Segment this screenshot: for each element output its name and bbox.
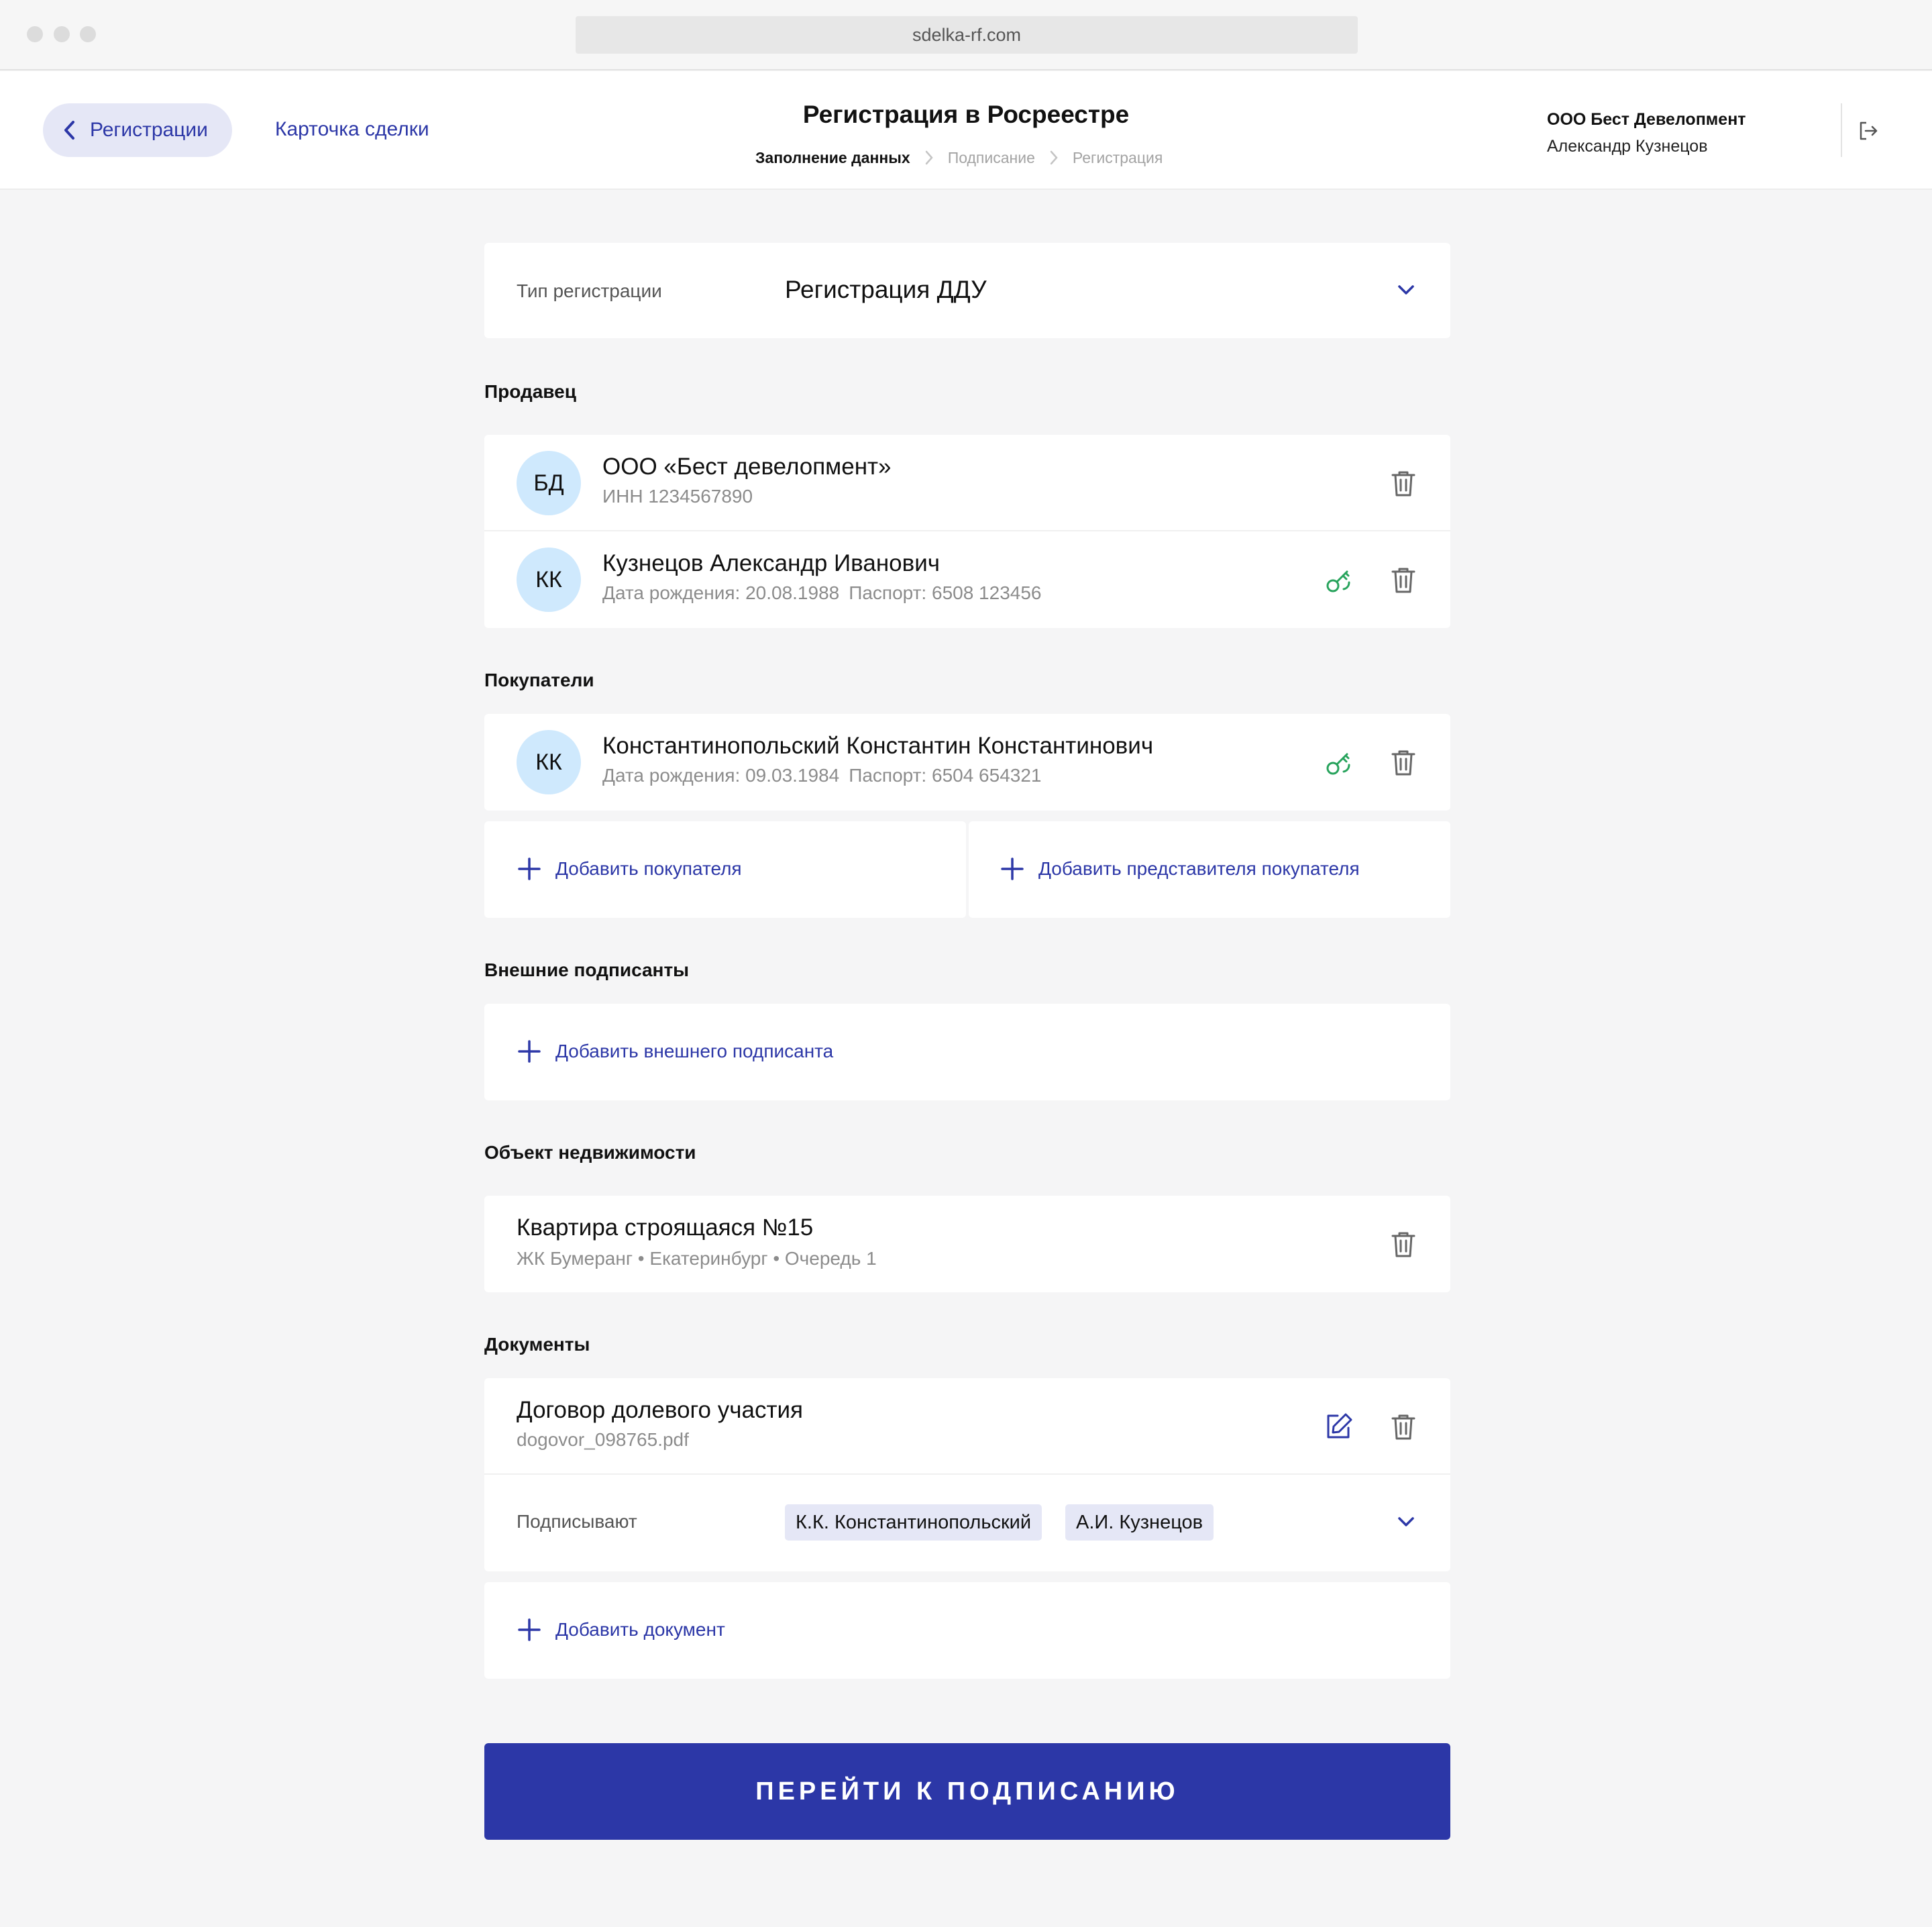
buyers-section-title: Покупатели (484, 670, 594, 690)
add-external-signer-label: Добавить внешнего подписанта (555, 1041, 834, 1061)
passport: Паспорт: 6504 654321 (849, 765, 1042, 786)
row-divider (484, 1473, 1450, 1475)
address-bar[interactable]: sdelka-rf.com (576, 16, 1358, 54)
chevron-right-icon (925, 150, 933, 165)
add-external-signer-button[interactable]: Добавить внешнего подписанта (517, 1039, 833, 1064)
document-card: Договор долевого участия dogovor_098765.… (484, 1378, 1450, 1571)
property-card: Квартира строящаяся №15 ЖК Бумеранг • Ек… (484, 1196, 1450, 1292)
step-fill-data: Заполнение данных (755, 148, 910, 166)
app-header: Регистрации Карточка сделки Регистрация … (0, 71, 1932, 190)
plus-icon (1001, 857, 1024, 880)
window-close-dot[interactable] (27, 26, 43, 42)
user-organization: ООО Бест Девелопмент (1547, 110, 1746, 129)
avatar: БД (517, 451, 581, 515)
seller-person-name: Кузнецов Александр Иванович (602, 550, 941, 576)
trash-icon[interactable] (1387, 564, 1419, 596)
registration-type-value: Регистрация ДДУ (785, 276, 987, 303)
add-document-label: Добавить документ (555, 1619, 725, 1640)
user-name: Александр Кузнецов (1547, 137, 1708, 156)
back-button-label: Регистрации (90, 119, 208, 141)
seller-company-inn: ИНН 1234567890 (602, 486, 753, 507)
browser-chrome: sdelka-rf.com (0, 0, 1932, 70)
registration-type-label: Тип регистрации (517, 280, 662, 301)
plus-icon (518, 1618, 541, 1641)
external-signers-section-title: Внешние подписанты (484, 959, 690, 980)
add-document-button[interactable]: Добавить документ (517, 1617, 725, 1643)
chevron-down-icon[interactable] (1394, 278, 1418, 302)
document-name: Договор долевого участия (517, 1397, 803, 1423)
chevron-down-icon[interactable] (1394, 1510, 1418, 1534)
documents-section-title: Документы (484, 1334, 590, 1355)
trash-icon[interactable] (1387, 1410, 1419, 1443)
window-minimize-dot[interactable] (54, 26, 70, 42)
step-signing: Подписание (947, 148, 1035, 166)
page-title: Регистрация в Росреестре (802, 101, 1130, 128)
birth-date: Дата рождения: 09.03.1984 (602, 765, 840, 786)
seller-section-title: Продавец (484, 381, 576, 402)
plus-icon (518, 1040, 541, 1063)
back-button[interactable]: Регистрации (43, 103, 232, 157)
trash-icon[interactable] (1387, 467, 1419, 499)
property-section-title: Объект недвижимости (484, 1142, 696, 1163)
buyer-details: Дата рождения: 09.03.1984 Паспорт: 6504 6… (602, 765, 1042, 786)
chevron-right-icon (1050, 150, 1058, 165)
deal-card-link[interactable]: Карточка сделки (275, 118, 429, 141)
external-signers-card: Добавить внешнего подписанта (484, 1004, 1450, 1100)
edit-icon[interactable] (1323, 1410, 1355, 1443)
add-representative-label: Добавить представителя покупателя (1038, 858, 1360, 879)
header-divider (1841, 103, 1842, 157)
signers-label: Подписывают (517, 1511, 637, 1532)
trash-icon[interactable] (1387, 746, 1419, 778)
chevron-left-icon (64, 121, 74, 140)
seller-card: БД ООО «Бест девелопмент» ИНН 1234567890… (484, 435, 1450, 628)
property-details: ЖК Бумеранг • Екатеринбург • Очередь 1 (517, 1248, 877, 1269)
window-maximize-dot[interactable] (80, 26, 96, 42)
add-document-card: Добавить документ (484, 1582, 1450, 1679)
add-buyer-card: Добавить покупателя (484, 821, 966, 918)
key-icon[interactable] (1323, 746, 1355, 778)
seller-company-name: ООО «Бест девелопмент» (602, 454, 892, 480)
row-divider (484, 530, 1450, 531)
go-to-signing-button[interactable]: ПЕРЕЙТИ К ПОДПИСАНИЮ (484, 1743, 1450, 1840)
step-registration: Регистрация (1072, 148, 1163, 166)
add-representative-button[interactable]: Добавить представителя покупателя (1000, 856, 1360, 882)
birth-date: Дата рождения: 20.08.1988 (602, 582, 840, 603)
buyer-name: Константинопольский Константин Константи… (602, 733, 1154, 759)
key-icon[interactable] (1323, 564, 1355, 596)
add-buyer-label: Добавить покупателя (555, 858, 742, 879)
signer-chip[interactable]: А.И. Кузнецов (1065, 1504, 1214, 1541)
signer-chip[interactable]: К.К. Константинопольский (785, 1504, 1042, 1541)
buyer-card: КК Константинопольский Константин Конста… (484, 714, 1450, 811)
trash-icon[interactable] (1387, 1228, 1419, 1260)
passport: Паспорт: 6508 123456 (849, 582, 1042, 603)
property-name: Квартира строящаяся №15 (517, 1214, 814, 1241)
logout-icon[interactable] (1857, 119, 1880, 142)
seller-person-details: Дата рождения: 20.08.1988 Паспорт: 6508 1… (602, 582, 1042, 604)
plus-icon (518, 857, 541, 880)
avatar: КК (517, 548, 581, 612)
document-file: dogovor_098765.pdf (517, 1429, 689, 1450)
breadcrumb: Заполнение данных Подписание Регистрация (755, 148, 1163, 168)
add-buyer-button[interactable]: Добавить покупателя (517, 856, 742, 882)
add-representative-card: Добавить представителя покупателя (969, 821, 1450, 918)
avatar: КК (517, 730, 581, 794)
registration-type-select[interactable]: Тип регистрации Регистрация ДДУ (484, 243, 1450, 338)
